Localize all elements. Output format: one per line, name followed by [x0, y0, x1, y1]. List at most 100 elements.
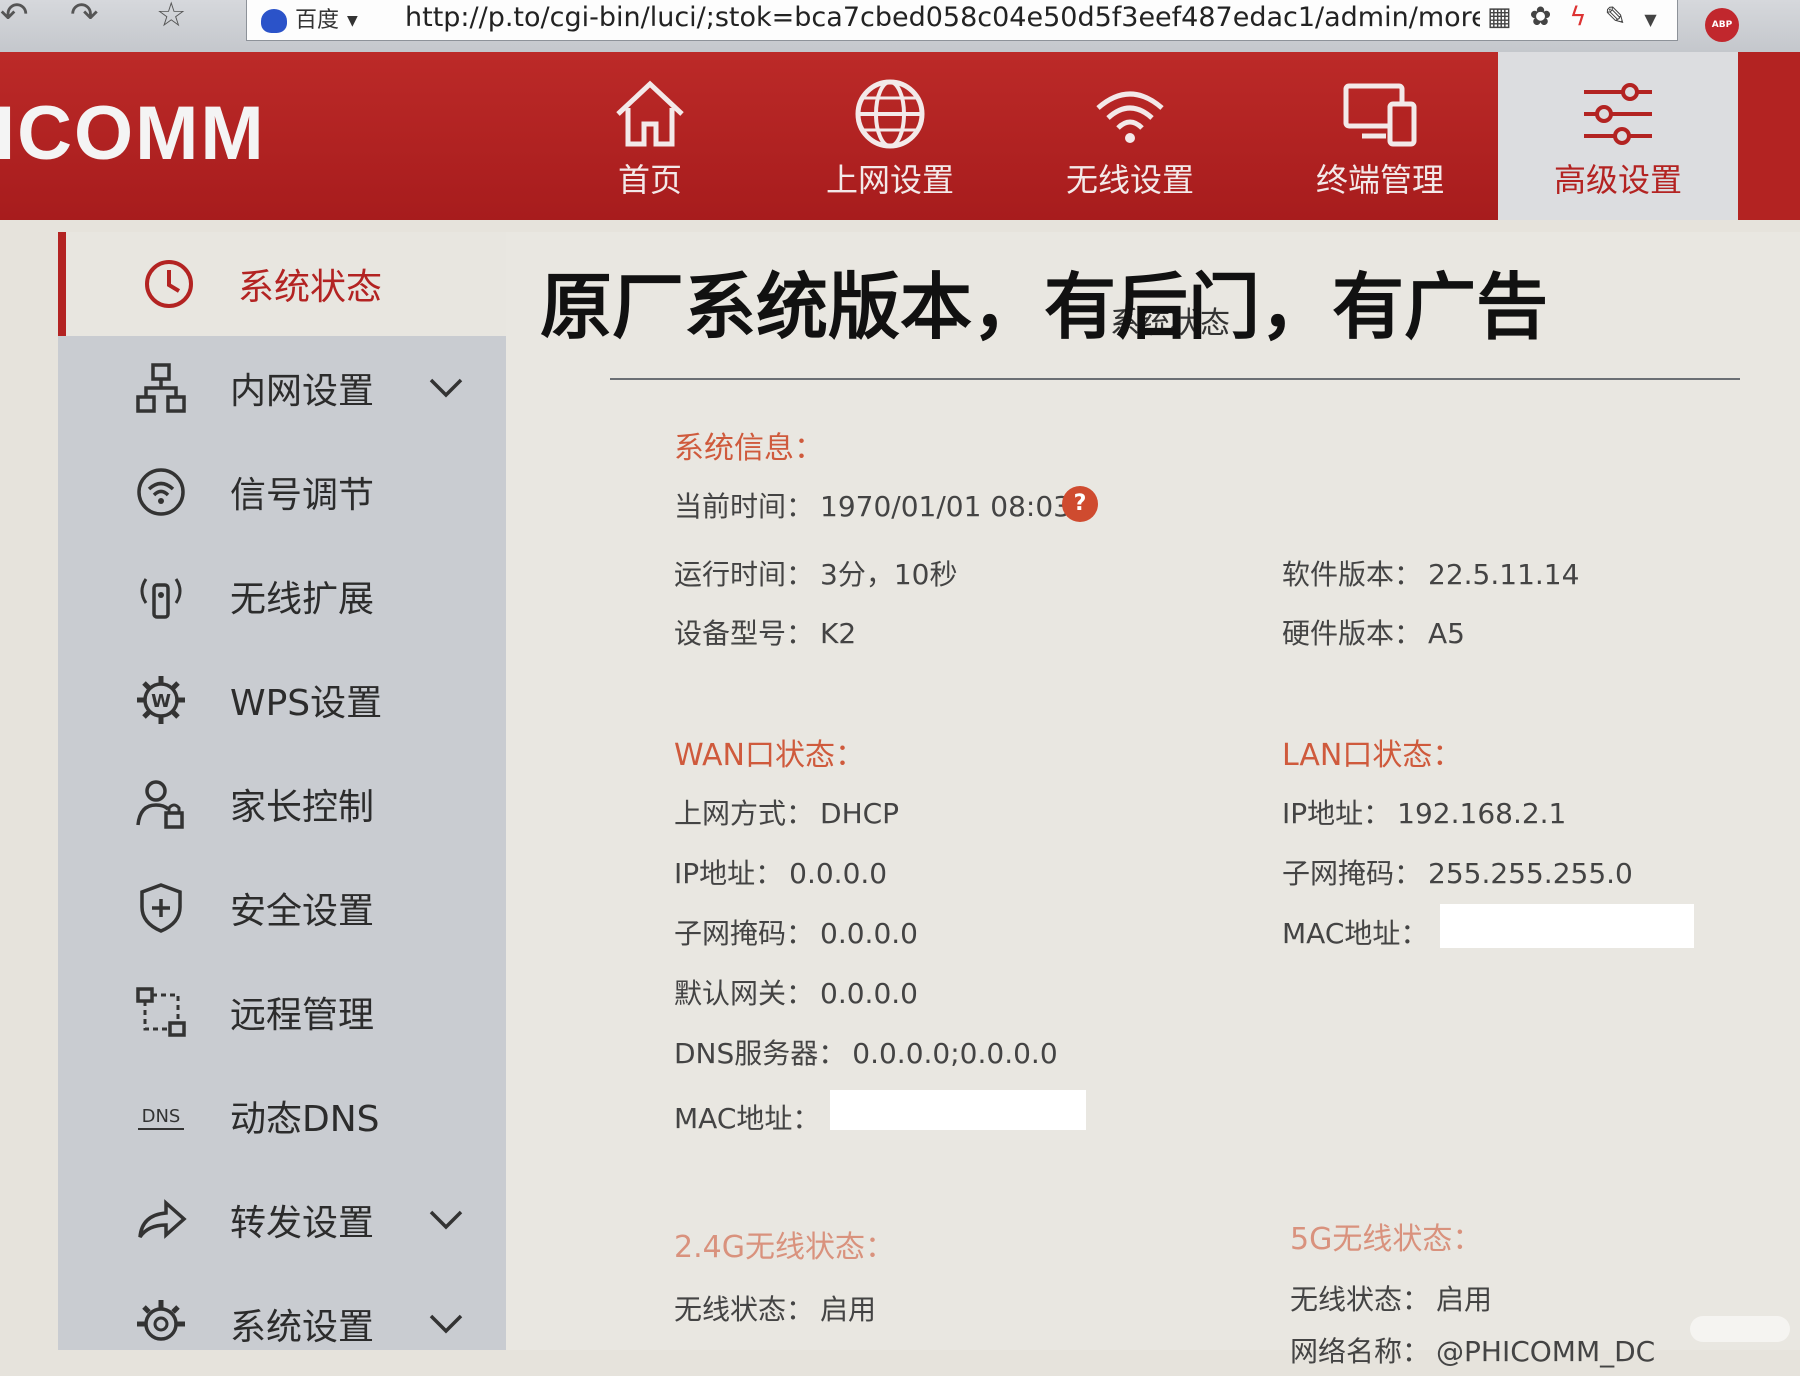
sidebar-item-label: 无线扩展 [230, 579, 375, 620]
lan-mac-redaction [1440, 904, 1694, 948]
model-value: K2 [820, 617, 857, 650]
chevron-down-icon: ▼ [347, 13, 358, 29]
search-engine-selector[interactable]: 百度 ▼ [261, 2, 358, 34]
dns-icon: DNS [138, 1106, 184, 1130]
wan-mode-row: 上网方式： DHCP [674, 792, 899, 832]
qr-code-icon[interactable]: ▦ [1487, 2, 1530, 32]
lan-ip-value: 192.168.2.1 [1397, 797, 1567, 830]
sidebar-item-ddns[interactable]: DNS 动态DNS [58, 1064, 506, 1168]
main-content [506, 232, 1800, 1350]
nav-home[interactable]: 首页 [530, 52, 770, 220]
lan-mask-value: 255.255.255.0 [1428, 857, 1633, 890]
brand-logo: ICOMM [0, 91, 266, 176]
dropdown-icon[interactable]: ▼ [1644, 10, 1674, 29]
chevron-down-icon[interactable] [428, 1209, 464, 1231]
sidebar-item-label: 远程管理 [230, 995, 375, 1036]
signal-icon [137, 468, 185, 516]
wan-mask-label: 子网掩码： [674, 917, 815, 950]
uptime-label: 运行时间： [674, 558, 815, 591]
star-icon[interactable]: ☆ [156, 0, 186, 32]
sidebar-item-wps[interactable]: W WPS设置 [58, 648, 506, 752]
model-label: 设备型号： [674, 617, 815, 650]
hardware-version-label: 硬件版本： [1282, 617, 1423, 650]
nav-advanced-settings-label: 高级设置 [1553, 161, 1682, 199]
address-bar-icons: ▦✿ϟ✎▼ [1487, 2, 1675, 32]
pin-icon[interactable]: ✎ [1605, 2, 1645, 32]
wan-gateway-value: 0.0.0.0 [820, 977, 918, 1010]
sidebar-item-lan-settings[interactable]: 内网设置 [58, 336, 506, 440]
hardware-version-value: A5 [1428, 617, 1465, 650]
nav-home-label: 首页 [617, 161, 682, 199]
lan-mac-label: MAC地址： [1282, 917, 1429, 950]
wan-dns-value: 0.0.0.0;0.0.0.0 [852, 1037, 1058, 1070]
software-version-value: 22.5.11.14 [1428, 558, 1580, 591]
model-row: 设备型号： K2 [674, 612, 856, 652]
undo-icon[interactable]: ↷ [70, 0, 99, 32]
clock-icon [145, 260, 193, 308]
browser-toolbar: ↶ ↷ ☆ 百度 ▼ http://p.to/cgi-bin/luci/;stok… [0, 0, 1800, 53]
software-version-label: 软件版本： [1282, 558, 1423, 591]
sidebar-item-system-settings[interactable]: 系统设置 [58, 1272, 506, 1376]
wan-mac-row: MAC地址： [674, 1097, 820, 1137]
sidebar-item-label: WPS设置 [230, 683, 383, 724]
wifi-5g-ssid-label: 网络名称： [1290, 1335, 1431, 1368]
wan-mask-row: 子网掩码： 0.0.0.0 [674, 912, 918, 952]
nav-advanced-settings[interactable]: 高级设置 [1498, 52, 1738, 220]
baidu-paw-icon [261, 9, 287, 33]
lan-status-title: LAN口状态： [1282, 738, 1463, 773]
wifi-icon [1096, 91, 1164, 143]
nav-device-management[interactable]: 终端管理 [1260, 52, 1500, 220]
sidebar-item-forwarding[interactable]: 转发设置 [58, 1168, 506, 1272]
wifi-24g-status-title: 2.4G无线状态： [674, 1230, 895, 1265]
divider [610, 378, 1740, 380]
nav-internet-settings-label: 上网设置 [825, 161, 954, 199]
url-text[interactable]: http://p.to/cgi-bin/luci/;stok=bca7cbed0… [405, 0, 1480, 36]
devices-icon [1343, 83, 1417, 147]
current-time-row: 当前时间： 1970/01/01 08:03 [674, 485, 1071, 525]
sidebar: 系统状态 内网设置 信号调节 无线扩展 W WPS设置 家长控制 安全设置 远程… [58, 232, 506, 1350]
wan-dns-row: DNS服务器： 0.0.0.0;0.0.0.0 [674, 1032, 1058, 1072]
header-edge [1738, 52, 1800, 220]
help-icon[interactable]: ? [1062, 486, 1098, 522]
address-bar[interactable]: 百度 ▼ http://p.to/cgi-bin/luci/;stok=bca7c… [246, 0, 1678, 41]
wifi-5g-ssid-row: 网络名称： @PHICOMM_DC [1290, 1330, 1655, 1370]
nav-wireless-settings-label: 无线设置 [1065, 161, 1194, 199]
lan-ip-row: IP地址： 192.168.2.1 [1282, 792, 1566, 832]
sidebar-item-signal-adjust[interactable]: 信号调节 [58, 440, 506, 544]
adblock-icon[interactable]: ABP [1705, 8, 1739, 42]
sidebar-item-remote-management[interactable]: 远程管理 [58, 960, 506, 1064]
sidebar-item-label: 家长控制 [230, 787, 375, 828]
wan-mask-value: 0.0.0.0 [820, 917, 918, 950]
sidebar-item-security[interactable]: 安全设置 [58, 856, 506, 960]
wan-mac-redaction [830, 1090, 1086, 1130]
wan-mac-label: MAC地址： [674, 1102, 821, 1135]
home-icon [616, 80, 684, 147]
sidebar-item-system-status[interactable]: 系统状态 [58, 232, 506, 336]
globe-icon [855, 79, 925, 149]
chevron-down-icon[interactable] [428, 1313, 464, 1335]
current-time-value: 1970/01/01 08:03 [820, 490, 1071, 523]
sidebar-item-parental-control[interactable]: 家长控制 [58, 752, 506, 856]
lan-mask-row: 子网掩码： 255.255.255.0 [1282, 852, 1633, 892]
sidebar-item-wireless-extend[interactable]: 无线扩展 [58, 544, 506, 648]
lan-mask-label: 子网掩码： [1282, 857, 1423, 890]
hardware-version-row: 硬件版本： A5 [1282, 612, 1465, 652]
gear-icon [137, 1300, 185, 1341]
wifi-24g-state-value: 启用 [820, 1293, 877, 1326]
forward-icon [138, 1199, 187, 1239]
extension-icon[interactable]: ✿ [1530, 2, 1570, 32]
sidebar-item-label: 动态DNS [230, 1099, 380, 1140]
wan-mode-label: 上网方式： [674, 797, 815, 830]
nav-device-management-label: 终端管理 [1315, 161, 1444, 199]
wifi-5g-status-title: 5G无线状态： [1290, 1222, 1483, 1257]
nav-internet-settings[interactable]: 上网设置 [770, 52, 1010, 220]
shield-icon [140, 883, 182, 933]
chevron-down-icon[interactable] [428, 377, 464, 399]
search-engine-label: 百度 [295, 8, 340, 33]
lightning-icon[interactable]: ϟ [1569, 2, 1604, 32]
antenna-icon [140, 578, 182, 619]
wan-ip-value: 0.0.0.0 [789, 857, 888, 890]
nav-wireless-settings[interactable]: 无线设置 [1010, 52, 1250, 220]
back-icon[interactable]: ↶ [0, 0, 29, 32]
svg-text:W: W [151, 691, 171, 712]
